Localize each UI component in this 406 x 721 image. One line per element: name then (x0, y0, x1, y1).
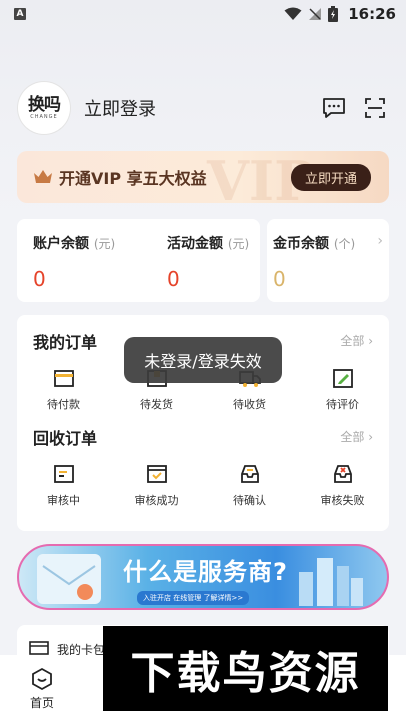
logo-subtext: CHANGE (30, 113, 58, 120)
my-orders-title: 我的订单 (33, 333, 98, 352)
logo-text: 换吗 (28, 94, 61, 115)
envelope-illustration (37, 554, 101, 604)
scan-icon[interactable] (364, 97, 386, 119)
chevron-right-icon: › (377, 233, 383, 249)
toast-message: 未登录/登录失效 (124, 337, 282, 383)
gold-balance: 金币余额 (个) 0 (273, 233, 355, 291)
nav-home[interactable]: 首页 (22, 667, 62, 711)
order-item-label: 待发货 (140, 398, 173, 411)
notification-icon: A (14, 8, 26, 20)
user-header: 换吗 CHANGE 立即登录 (18, 81, 390, 135)
watermark: 下载鸟资源 (103, 626, 388, 711)
order-item-pending-payment[interactable]: 待付款 (17, 367, 110, 412)
recycle-item-label: 审核中 (47, 494, 80, 507)
nav-home-label: 首页 (29, 696, 54, 710)
login-link[interactable]: 立即登录 (84, 95, 156, 121)
order-item-label: 待付款 (47, 398, 80, 411)
activity-balance-value: 0 (167, 267, 180, 291)
service-provider-banner[interactable]: 什么是服务商? 入驻开店 在线管理 了解详情>> (17, 544, 389, 610)
account-balance-value: 0 (33, 267, 46, 291)
my-orders-all-link[interactable]: 全部 › (340, 332, 373, 349)
vip-banner[interactable]: VIP 开通VIP 享五大权益 立即开通 (17, 151, 389, 203)
promo-subtitle: 入驻开店 在线管理 了解详情>> (137, 591, 250, 605)
battery-icon (328, 6, 339, 22)
account-balance[interactable]: 账户余额 (元) 0 (33, 233, 115, 291)
recycle-orders-title: 回收订单 (33, 429, 98, 448)
recycle-orders-row: 审核中 审核成功 待确认 审核失败 (17, 463, 389, 508)
recycle-item-label: 待确认 (233, 494, 266, 507)
order-item-label: 待评价 (326, 398, 359, 411)
gold-balance-unit: (个) (333, 237, 356, 251)
inbox-icon (240, 465, 259, 483)
wifi-icon (284, 7, 302, 20)
activity-balance[interactable]: 活动金额 (元) 0 (167, 233, 249, 291)
home-icon (32, 667, 52, 691)
recycle-orders-all-link[interactable]: 全部 › (340, 428, 373, 445)
activity-balance-label: 活动金额 (元) (167, 236, 250, 252)
order-item-pending-review[interactable]: 待评价 (296, 367, 389, 412)
account-balance-unit: (元) (93, 237, 116, 251)
buildings-illustration (299, 558, 363, 606)
promo-title: 什么是服务商? (123, 558, 288, 586)
recycle-item-label: 审核成功 (134, 494, 179, 507)
balance-card: 账户余额 (元) 0 活动金额 (元) 0 (17, 219, 260, 302)
order-item-label: 待收货 (233, 398, 266, 411)
clock: 16:26 (348, 5, 396, 23)
wallet-icon (53, 370, 74, 387)
vip-open-button[interactable]: 立即开通 (290, 163, 371, 191)
gold-balance-card[interactable]: 金币余额 (个) 0 › (267, 219, 389, 302)
gold-balance-value: 0 (273, 267, 286, 291)
gold-balance-label: 金币余额 (个) (273, 236, 356, 252)
recycle-item-reviewing[interactable]: 审核中 (17, 463, 110, 508)
activity-balance-unit: (元) (227, 237, 250, 251)
recycle-item-label: 审核失败 (320, 494, 365, 507)
card-icon (29, 641, 49, 655)
status-bar: A 16:26 (0, 0, 406, 28)
vip-text: 开通VIP 享五大权益 (59, 169, 207, 188)
no-signal-icon (309, 8, 322, 20)
account-balance-label: 账户余额 (元) (33, 236, 116, 252)
avatar[interactable]: 换吗 CHANGE (18, 82, 70, 134)
crown-icon (34, 170, 52, 183)
rejected-icon (333, 465, 352, 483)
message-icon[interactable] (322, 97, 346, 119)
approved-icon (146, 465, 167, 483)
review-icon (53, 465, 74, 483)
edit-icon (332, 369, 353, 388)
recycle-item-approved[interactable]: 审核成功 (110, 463, 203, 508)
recycle-item-rejected[interactable]: 审核失败 (296, 463, 389, 508)
recycle-item-awaiting-confirm[interactable]: 待确认 (203, 463, 296, 508)
